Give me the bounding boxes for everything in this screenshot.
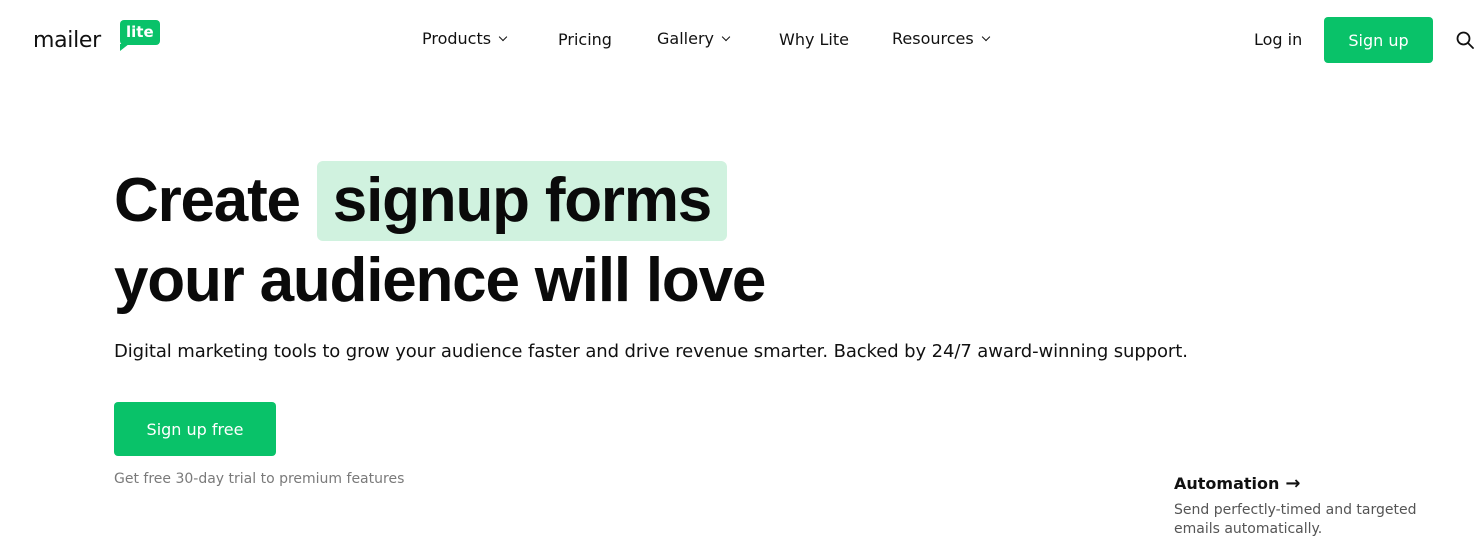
headline-line-2: your audience will love	[114, 246, 766, 315]
feature-card-automation: Automation → Send perfectly-timed and ta…	[1174, 474, 1464, 539]
logo-badge: lite	[120, 20, 160, 51]
feature-title: Automation	[1174, 474, 1280, 493]
signup-button[interactable]: Sign up	[1324, 17, 1433, 63]
nav-item-gallery[interactable]: Gallery	[657, 29, 731, 48]
nav-item-pricing[interactable]: Pricing	[558, 30, 612, 49]
chevron-down-icon	[498, 32, 508, 41]
login-link[interactable]: Log in	[1254, 30, 1302, 49]
chevron-down-icon	[721, 32, 731, 41]
nav-item-label: Products	[422, 29, 492, 48]
headline-line-1: Create signup forms	[114, 161, 765, 241]
headline-highlight: signup forms	[316, 161, 728, 241]
hero-subtext: Digital marketing tools to grow your aud…	[114, 341, 1188, 362]
chevron-down-icon	[981, 32, 990, 41]
hero-headline: Create signup forms your audience will l…	[114, 161, 766, 321]
feature-description: Send perfectly-timed and targeted emails…	[1174, 502, 1417, 537]
nav-item-resources[interactable]: Resources	[892, 29, 990, 48]
signup-free-button[interactable]: Sign up free	[114, 402, 276, 456]
logo[interactable]: mailer lite	[33, 18, 173, 58]
nav-item-why-lite[interactable]: Why Lite	[779, 30, 849, 49]
logo-text: mailer	[33, 28, 101, 53]
nav-item-label: Resources	[892, 29, 974, 48]
nav-item-label: Pricing	[558, 30, 612, 49]
search-icon[interactable]	[1456, 31, 1474, 49]
trial-note: Get free 30-day trial to premium feature…	[114, 471, 405, 487]
arrow-right-icon: →	[1285, 472, 1301, 494]
nav-item-label: Why Lite	[779, 30, 849, 49]
nav-item-products[interactable]: Products	[422, 29, 508, 48]
headline-part-1: Create	[114, 166, 301, 235]
nav-item-label: Gallery	[657, 29, 714, 48]
feature-title-link[interactable]: Automation →	[1174, 474, 1464, 493]
page: mailer lite Products Pricing Gallery Why…	[0, 0, 1478, 541]
